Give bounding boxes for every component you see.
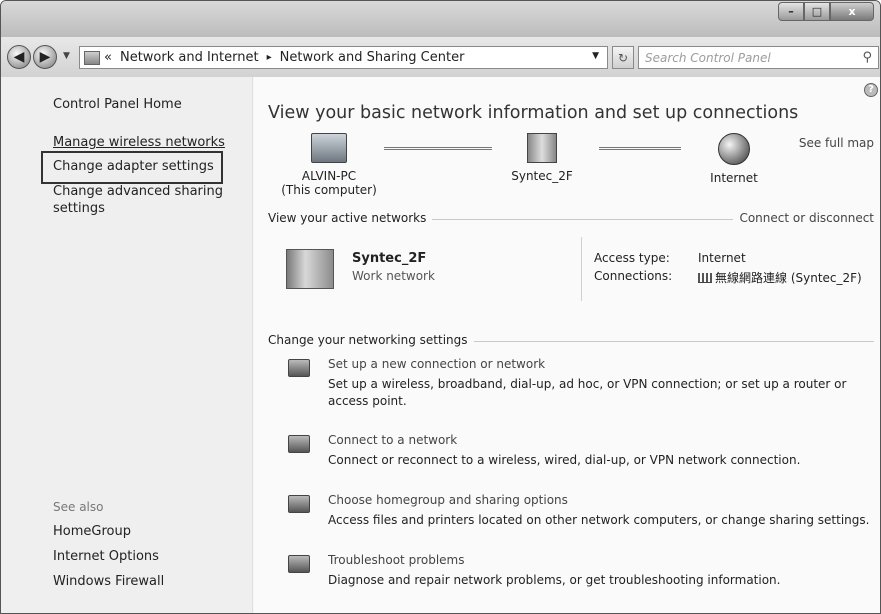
breadcrumb-overflow[interactable]: « (104, 50, 112, 65)
recent-pages-dropdown[interactable]: ▼ (63, 51, 70, 61)
computer-subtitle: (This computer) (281, 183, 377, 197)
control-panel-icon (84, 50, 100, 65)
internet-name: Internet (710, 171, 758, 185)
see-also-heading: See also (53, 500, 104, 514)
computer-icon (311, 133, 347, 163)
navigation-bar: ◀ ▶ ▼ « Network and Internet ▸ Network a… (1, 37, 880, 77)
new-connection-icon (288, 359, 310, 377)
breadcrumb-network-and-internet[interactable]: Network and Internet (120, 50, 259, 65)
globe-icon (718, 133, 750, 165)
task-homegroup: Choose homegroup and sharing options Acc… (288, 493, 878, 535)
close-button[interactable]: x (830, 2, 874, 21)
sidebar-change-advanced-sharing-settings[interactable]: Change advanced sharing settings (53, 183, 223, 217)
see-full-map-link[interactable]: See full map (799, 136, 874, 150)
search-box[interactable]: ⚲ (638, 46, 879, 69)
task-title[interactable]: Connect to a network (328, 433, 457, 447)
connections-value[interactable]: 無線網路連線 (Syntec_2F) (698, 269, 862, 286)
sidebar-windows-firewall[interactable]: Windows Firewall (53, 574, 164, 589)
network-name: Syntec_2F (511, 169, 573, 183)
connections-label: Connections: (594, 269, 673, 283)
connection-line (384, 147, 492, 150)
task-title[interactable]: Set up a new connection or network (328, 357, 545, 371)
sidebar-manage-wireless-networks[interactable]: Manage wireless networks (53, 135, 225, 150)
maximize-button[interactable]: □ (804, 2, 830, 21)
network-icon (527, 133, 557, 163)
work-network-icon (286, 249, 334, 289)
refresh-icon: ↻ (617, 50, 629, 65)
connection-link[interactable]: 無線網路連線 (Syntec_2F) (715, 271, 862, 285)
task-new-connection: Set up a new connection or network Set u… (288, 357, 878, 417)
sidebar-homegroup[interactable]: HomeGroup (53, 524, 131, 539)
homegroup-icon (288, 495, 310, 513)
breadcrumb-network-and-sharing-center[interactable]: Network and Sharing Center (280, 50, 465, 65)
sidebar-internet-options[interactable]: Internet Options (53, 549, 159, 564)
caption-buttons: – □ x (778, 2, 874, 22)
main-content: ? View your basic network information an… (254, 77, 880, 613)
refresh-button[interactable]: ↻ (612, 46, 634, 69)
troubleshoot-icon (288, 555, 310, 573)
title-bar[interactable]: – □ x (1, 1, 880, 37)
sidebar-change-adapter-settings[interactable]: Change adapter settings (53, 159, 214, 174)
access-type-value: Internet (698, 251, 746, 265)
map-node-computer[interactable]: ALVIN-PC (This computer) (279, 133, 379, 197)
task-description: Diagnose and repair network problems, or… (328, 573, 781, 587)
task-description: Set up a wireless, broadband, dial-up, a… (328, 377, 847, 408)
address-bar[interactable]: « Network and Internet ▸ Network and Sha… (79, 46, 608, 69)
control-panel-window: – □ x ◀ ▶ ▼ « Network and Internet ▸ Net… (0, 0, 881, 614)
search-input[interactable] (645, 50, 845, 65)
connect-network-icon (288, 435, 310, 453)
network-map: ALVIN-PC (This computer) Syntec_2F Inter… (254, 133, 880, 209)
forward-button[interactable]: ▶ (33, 45, 57, 69)
minimize-button[interactable]: – (778, 2, 804, 21)
connect-or-disconnect-link[interactable]: Connect or disconnect (733, 211, 874, 225)
active-network: Syntec_2F Work network Access type: Inte… (286, 237, 876, 305)
sidebar: Control Panel Home Manage wireless netwo… (1, 77, 253, 613)
access-type-label: Access type: (594, 251, 670, 265)
map-node-internet[interactable]: Internet (684, 133, 784, 185)
map-node-network[interactable]: Syntec_2F (492, 133, 592, 183)
help-icon[interactable]: ? (864, 83, 878, 97)
breadcrumb-separator-icon[interactable]: ▸ (267, 52, 272, 63)
task-troubleshoot: Troubleshoot problems Diagnose and repai… (288, 553, 878, 595)
divider (581, 237, 582, 301)
search-icon[interactable]: ⚲ (862, 50, 872, 65)
sidebar-control-panel-home[interactable]: Control Panel Home (53, 97, 182, 112)
address-dropdown-icon[interactable]: ▼ (592, 51, 599, 61)
change-settings-heading: Change your networking settings (268, 333, 474, 347)
back-button[interactable]: ◀ (7, 45, 31, 69)
task-title[interactable]: Choose homegroup and sharing options (328, 493, 568, 507)
task-description: Connect or reconnect to a wireless, wire… (328, 453, 801, 467)
active-network-type[interactable]: Work network (352, 269, 435, 283)
active-network-name: Syntec_2F (352, 251, 427, 266)
connection-line (599, 147, 681, 150)
task-connect-network: Connect to a network Connect or reconnec… (288, 433, 878, 475)
page-title: View your basic network information and … (268, 103, 799, 123)
task-title[interactable]: Troubleshoot problems (328, 553, 464, 567)
active-networks-heading: View your active networks (268, 211, 433, 225)
computer-name: ALVIN-PC (301, 169, 357, 183)
task-description: Access files and printers located on oth… (328, 513, 870, 527)
wireless-signal-icon (698, 273, 712, 283)
